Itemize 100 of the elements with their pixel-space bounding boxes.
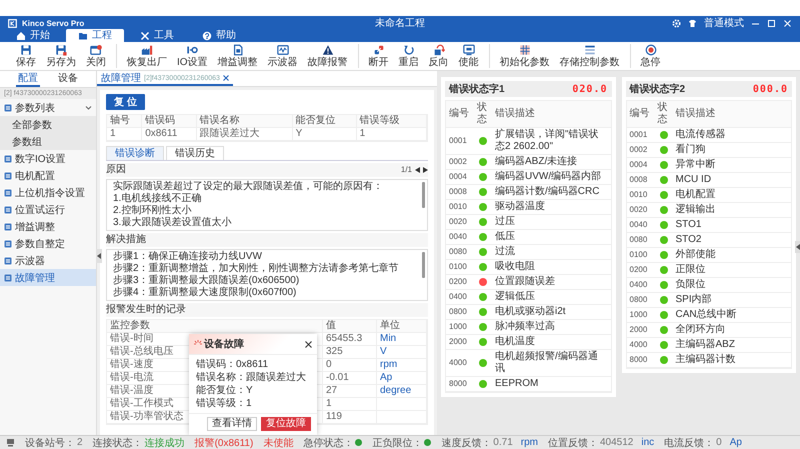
status-label: 设备站号： — [25, 436, 75, 449]
reset-fault-button[interactable]: 复位故障 — [261, 417, 311, 431]
dialog-text: 能否复位：Y — [196, 384, 254, 397]
table-cell: 0800 — [446, 305, 474, 320]
toolbar-button[interactable]: 存储控制参数 — [556, 44, 624, 68]
table-cell: 1000 — [446, 320, 474, 335]
ribbon-tab[interactable]: 开始 — [4, 29, 62, 42]
panel-title: 错误状态字1 — [449, 82, 505, 96]
sidebar-item[interactable]: 参数组 — [0, 133, 96, 150]
sidebar-item[interactable]: 上位机指令设置 — [0, 184, 96, 201]
reset-button[interactable]: 复 位 — [106, 94, 145, 110]
status-label: 电流反馈： — [664, 436, 714, 449]
details-button[interactable]: 查看详情 — [207, 417, 257, 431]
toolbar-button[interactable]: 使能 — [454, 44, 483, 68]
sidebar-item[interactable]: 参数列表 — [0, 99, 96, 116]
table-cell: STO2 — [672, 233, 791, 248]
dialog-text: 错误码：0x8611 — [196, 358, 270, 371]
table-cell: 2000 — [626, 323, 654, 338]
table-cell: 0 — [323, 359, 377, 372]
table-cell: 编码器UVW/编码器内部 — [492, 170, 610, 185]
table-cell: 0008 — [626, 173, 654, 188]
column-header: 监控参数 — [107, 320, 323, 333]
sidebar-item[interactable]: 示波器 — [0, 252, 96, 269]
table-cell: 325 — [323, 346, 377, 359]
table-cell: 0040 — [626, 218, 654, 233]
table-cell: 8000 — [626, 353, 654, 368]
toolbar-button[interactable]: 关闭 — [82, 44, 110, 68]
table-cell: 逻辑输出 — [672, 203, 791, 218]
table-cell: 0020 — [446, 215, 474, 230]
toolbar-button[interactable]: IO设置 — [173, 44, 212, 68]
table-cell: 扩展错误，详阅"错误状态2 2602.00" — [492, 128, 610, 155]
table-cell: 0040 — [446, 230, 474, 245]
status-label: 正负限位： — [372, 436, 422, 449]
column-header: 错误等级 — [356, 115, 427, 128]
ribbon-tab[interactable]: 帮助 — [190, 29, 248, 42]
table-cell: degree — [377, 385, 427, 398]
status-value: 404512 — [600, 437, 634, 448]
table-cell: 0200 — [626, 263, 654, 278]
table-cell: 1 — [323, 398, 377, 411]
table-cell: 位置跟随误差 — [492, 275, 610, 290]
table-cell: 全闭环方向 — [672, 323, 791, 338]
toolbar-button[interactable]: 故障报警 — [304, 44, 352, 68]
panel-title: 错误状态字2 — [630, 82, 686, 96]
page-counter: 1/1 — [400, 164, 412, 176]
cause-text: 2.控制环刚性太小 — [113, 205, 192, 216]
sidebar-item[interactable]: 故障管理 — [0, 269, 96, 286]
dialog-text: 错误名称：跟随误差过大 — [196, 371, 307, 384]
ribbon-tab[interactable]: 工具 — [128, 29, 186, 42]
sidebar-item[interactable]: 数字IO设置 — [0, 150, 96, 167]
table-cell: 0100 — [446, 260, 474, 275]
toolbar-button[interactable]: 反向 — [424, 44, 453, 68]
sidebar-item[interactable]: 电机配置 — [0, 167, 96, 184]
table-cell: 电机超频报警/编码器通讯 — [492, 350, 610, 377]
toolbar-button[interactable]: 初始化参数 — [496, 44, 554, 68]
column-header: 错误码 — [142, 115, 197, 128]
section-title: 报警发生时的记录 — [106, 304, 186, 316]
sidebar-item[interactable]: 增益调整 — [0, 218, 96, 235]
sidebar-item[interactable]: 全部参数 — [0, 116, 96, 133]
table-cell: 0010 — [446, 200, 474, 215]
column-header: 编号 — [626, 101, 654, 128]
toolbar-button[interactable]: 保存 — [12, 44, 40, 68]
table-cell: 0400 — [626, 278, 654, 293]
status-label: 位置反馈： — [548, 436, 598, 449]
detail-tab[interactable]: 错误诊断 — [106, 146, 164, 160]
status-value: 0 — [716, 437, 722, 448]
toolbar-button[interactable]: 恢复出厂 — [123, 44, 171, 68]
sidebar-tab[interactable]: 设备 — [56, 73, 80, 87]
table-cell: Ap — [377, 372, 427, 385]
table-cell: 0002 — [446, 155, 474, 170]
detail-tab[interactable]: 错误历史 — [166, 146, 224, 160]
toolbar-button[interactable]: 示波器 — [264, 44, 302, 68]
toolbar-button[interactable]: 增益调整 — [214, 44, 262, 68]
toolbar-button[interactable]: 另存为 — [42, 44, 80, 68]
table-cell: Min — [377, 333, 427, 346]
table-cell: 主编码器ABZ — [672, 338, 791, 353]
column-header: 值 — [323, 320, 377, 333]
toolbar-button[interactable]: 重启 — [394, 44, 423, 68]
status-label: 速度反馈： — [441, 436, 492, 449]
table-cell: 0001 — [446, 128, 474, 155]
table-cell: 0080 — [446, 245, 474, 260]
toolbar-button[interactable]: 急停 — [636, 44, 665, 68]
ribbon-tab[interactable]: 工程 — [66, 29, 124, 42]
table-cell: 外部使能 — [672, 248, 791, 263]
column-header: 状态 — [654, 101, 672, 128]
table-cell: 0800 — [626, 293, 654, 308]
table-cell: 正限位 — [672, 263, 791, 278]
table-cell: 65455.3 — [323, 333, 377, 346]
table-cell: 电流传感器 — [672, 128, 791, 143]
column-header: 错误描述 — [492, 101, 610, 128]
unit-label: rpm — [520, 437, 538, 448]
status-label: 急停状态： — [303, 436, 354, 449]
table-cell: 0001 — [626, 128, 654, 143]
sidebar-item[interactable]: 位置试运行 — [0, 201, 96, 218]
toolbar-button[interactable]: 断开 — [364, 44, 393, 68]
solution-text: 步骤1：确保正确连接动力线UVW — [113, 251, 263, 262]
column-header: 能否复位 — [292, 115, 357, 128]
status-value: 2 — [77, 437, 83, 448]
sidebar-item[interactable]: 参数自整定 — [0, 235, 96, 252]
table-cell: Y — [292, 128, 357, 141]
alert-text: 未使能 — [263, 436, 294, 449]
